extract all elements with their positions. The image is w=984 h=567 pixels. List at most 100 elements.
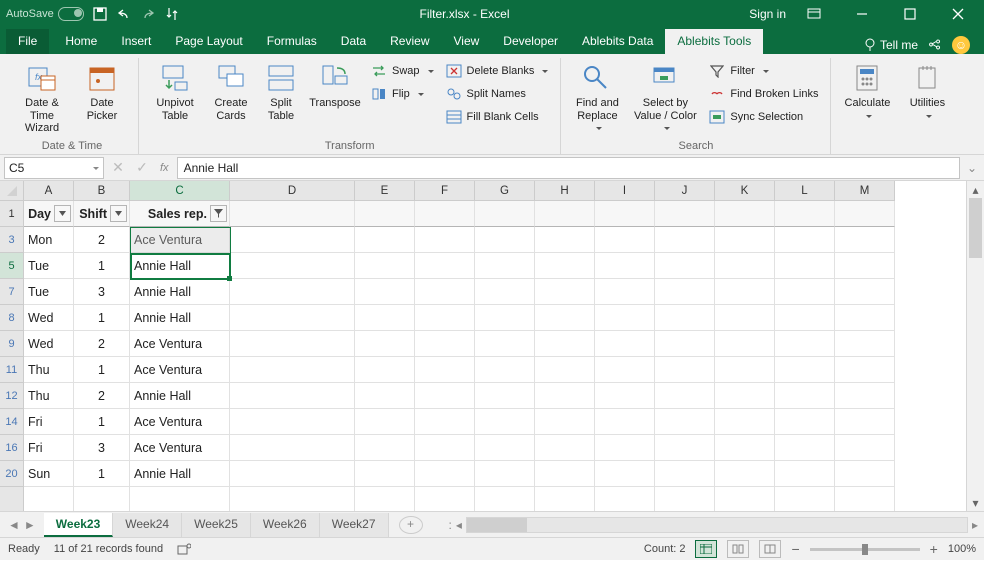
cell-sales-rep[interactable]: Annie Hall xyxy=(130,279,230,305)
column-header-E[interactable]: E xyxy=(355,181,415,201)
column-header-F[interactable]: F xyxy=(415,181,475,201)
tab-page-layout[interactable]: Page Layout xyxy=(163,29,254,54)
cell-empty[interactable] xyxy=(475,461,535,487)
cell-sales-rep[interactable]: Ace Ventura xyxy=(130,409,230,435)
cell-empty[interactable] xyxy=(535,409,595,435)
column-header-A[interactable]: A xyxy=(24,181,74,201)
undo-icon[interactable] xyxy=(116,6,132,22)
cell-empty[interactable] xyxy=(775,227,835,253)
cell-day[interactable]: Sun xyxy=(24,461,74,487)
cell-empty[interactable] xyxy=(475,331,535,357)
column-header-H[interactable]: H xyxy=(535,181,595,201)
split-table-button[interactable]: Split Table xyxy=(259,58,303,122)
cell-empty[interactable] xyxy=(775,305,835,331)
cell-empty[interactable] xyxy=(355,279,415,305)
cell-empty[interactable] xyxy=(535,461,595,487)
cell-empty[interactable] xyxy=(230,279,355,305)
tab-home[interactable]: Home xyxy=(53,29,109,54)
hscroll-right-icon[interactable]: ▸ xyxy=(972,518,978,532)
cell-empty[interactable] xyxy=(415,357,475,383)
tab-insert[interactable]: Insert xyxy=(109,29,163,54)
cell-empty[interactable] xyxy=(655,227,715,253)
cell-shift[interactable]: 2 xyxy=(74,331,130,357)
cell-day[interactable]: Fri xyxy=(24,435,74,461)
cell-empty[interactable] xyxy=(715,331,775,357)
flip-button[interactable]: Flip xyxy=(367,83,438,105)
cell-empty[interactable] xyxy=(535,279,595,305)
delete-blanks-button[interactable]: Delete Blanks xyxy=(442,60,553,82)
tab-formulas[interactable]: Formulas xyxy=(255,29,329,54)
sort-icon[interactable] xyxy=(164,6,180,22)
create-cards-button[interactable]: Create Cards xyxy=(207,58,255,122)
cell-day[interactable]: Wed xyxy=(24,305,74,331)
cell-empty[interactable] xyxy=(835,253,895,279)
cell-empty[interactable] xyxy=(595,305,655,331)
cell-empty[interactable] xyxy=(775,383,835,409)
row-header[interactable]: 9 xyxy=(0,331,24,357)
cell-day[interactable]: Tue xyxy=(24,253,74,279)
zoom-in-button[interactable]: + xyxy=(930,541,938,557)
cell-empty[interactable] xyxy=(230,383,355,409)
sheet-tab-week24[interactable]: Week24 xyxy=(113,513,182,537)
cell-empty[interactable] xyxy=(230,435,355,461)
view-normal-icon[interactable] xyxy=(695,540,717,558)
cell-empty[interactable] xyxy=(715,357,775,383)
cell-shift[interactable]: 3 xyxy=(74,435,130,461)
filter-dropdown-icon[interactable] xyxy=(210,205,227,222)
cell-empty[interactable] xyxy=(715,227,775,253)
cell-empty[interactable] xyxy=(595,331,655,357)
cell-empty[interactable] xyxy=(415,331,475,357)
cell-empty[interactable] xyxy=(230,461,355,487)
row-header[interactable]: 20 xyxy=(0,461,24,487)
feedback-icon[interactable]: ☺ xyxy=(952,36,970,54)
close-button[interactable] xyxy=(938,0,978,28)
cell-empty[interactable] xyxy=(415,305,475,331)
cell-empty[interactable] xyxy=(595,279,655,305)
cell-empty[interactable] xyxy=(835,331,895,357)
column-header-C[interactable]: C xyxy=(130,181,230,201)
cell-empty[interactable] xyxy=(775,331,835,357)
cell-empty[interactable] xyxy=(415,227,475,253)
cell-shift[interactable]: 2 xyxy=(74,383,130,409)
cell-empty[interactable] xyxy=(475,279,535,305)
cell-sales-rep[interactable]: Annie Hall xyxy=(130,253,230,279)
cell-empty[interactable] xyxy=(595,409,655,435)
cell-empty[interactable] xyxy=(655,461,715,487)
cell-empty[interactable] xyxy=(595,383,655,409)
cell-empty[interactable] xyxy=(535,227,595,253)
cell-empty[interactable] xyxy=(835,435,895,461)
cell-empty[interactable] xyxy=(230,409,355,435)
cell-empty[interactable] xyxy=(475,253,535,279)
cell-day[interactable]: Fri xyxy=(24,409,74,435)
row-header[interactable]: 11 xyxy=(0,357,24,383)
date-picker-button[interactable]: Date Picker xyxy=(74,58,130,122)
row-header[interactable]: 14 xyxy=(0,409,24,435)
autosave-toggle[interactable]: AutoSave xyxy=(6,7,84,21)
cell-empty[interactable] xyxy=(655,357,715,383)
cell-empty[interactable] xyxy=(655,279,715,305)
column-header-I[interactable]: I xyxy=(595,181,655,201)
cell-empty[interactable] xyxy=(475,305,535,331)
column-header-J[interactable]: J xyxy=(655,181,715,201)
utilities-button[interactable]: Utilities xyxy=(899,58,955,119)
cell-empty[interactable] xyxy=(535,305,595,331)
view-page-break-icon[interactable] xyxy=(759,540,781,558)
zoom-slider[interactable] xyxy=(810,548,920,551)
cell-empty[interactable] xyxy=(715,461,775,487)
cell-empty[interactable] xyxy=(835,383,895,409)
filter-dropdown-icon[interactable] xyxy=(110,205,127,222)
scroll-down-icon[interactable]: ▾ xyxy=(967,494,984,511)
cell-empty[interactable] xyxy=(230,357,355,383)
cell-empty[interactable] xyxy=(475,435,535,461)
tab-view[interactable]: View xyxy=(442,29,492,54)
cell-empty[interactable] xyxy=(230,227,355,253)
cell-empty[interactable] xyxy=(535,357,595,383)
cell-day[interactable]: Thu xyxy=(24,357,74,383)
cell-sales-rep[interactable]: Annie Hall xyxy=(130,305,230,331)
cell-empty[interactable] xyxy=(230,253,355,279)
sheet-tab-week27[interactable]: Week27 xyxy=(320,513,389,537)
sync-selection-button[interactable]: Sync Selection xyxy=(705,106,822,128)
cell-empty[interactable] xyxy=(655,305,715,331)
date-time-wizard-button[interactable]: fxDate & Time Wizard xyxy=(14,58,70,135)
column-header-K[interactable]: K xyxy=(715,181,775,201)
